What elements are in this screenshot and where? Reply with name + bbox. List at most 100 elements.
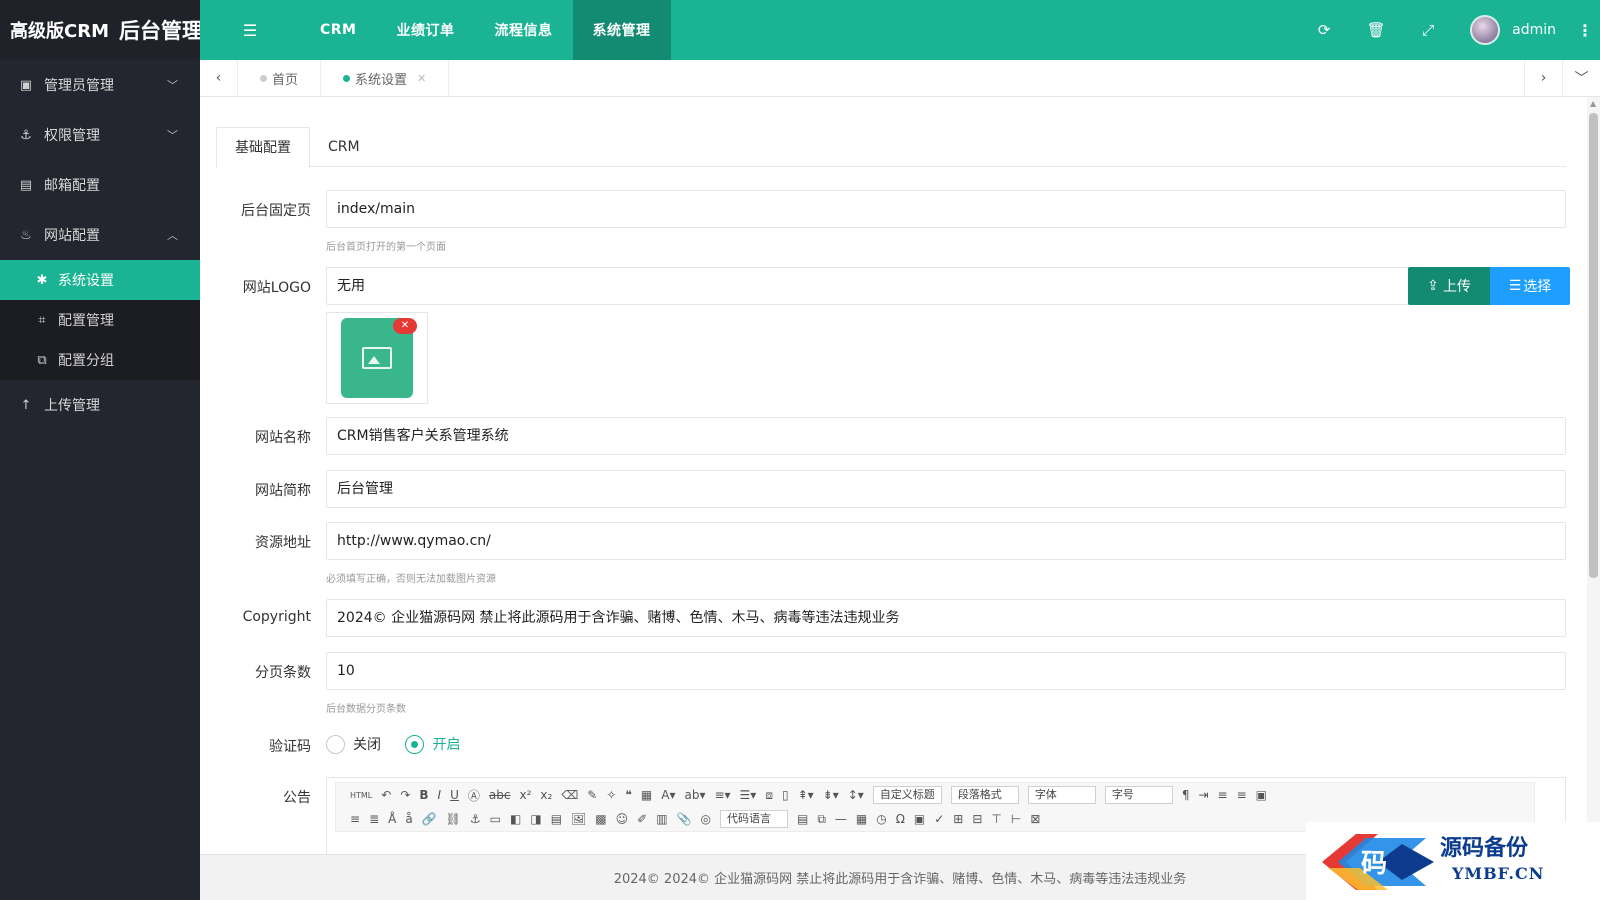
more-vertical-icon[interactable]: ⋮ xyxy=(1570,21,1600,40)
page-size-input[interactable]: 10 xyxy=(326,652,1566,690)
topnav-item-orders[interactable]: 业绩订单 xyxy=(377,0,475,60)
redo-icon[interactable]: ↷ xyxy=(400,788,410,802)
strikethrough-icon[interactable]: abc xyxy=(489,788,511,802)
sidebar-item-mailbox-config[interactable]: ▤ 邮箱配置 xyxy=(0,160,200,210)
insert-image-icon[interactable]: 🖼 xyxy=(571,812,586,826)
topnav-item-crm[interactable]: CRM xyxy=(300,0,377,60)
tab-home[interactable]: 首页 xyxy=(238,60,322,96)
justify-right-icon[interactable]: ▣ xyxy=(1256,788,1267,802)
image-center-icon[interactable]: ▤ xyxy=(551,812,562,826)
special-chars-icon[interactable]: Ω xyxy=(896,812,905,826)
tabs-scroll-right-icon[interactable]: › xyxy=(1524,60,1562,96)
topnav-item-system[interactable]: 系统管理 xyxy=(572,0,671,60)
insert-video-icon[interactable]: ▥ xyxy=(656,812,667,826)
custom-title-select[interactable]: 自定义标题 xyxy=(872,786,942,804)
map-icon[interactable]: ◎ xyxy=(700,812,710,826)
logo-input[interactable]: 无用 xyxy=(326,267,1411,305)
site-short-input[interactable]: 后台管理 xyxy=(326,470,1566,508)
page-break-icon[interactable]: ▤ xyxy=(797,812,808,826)
spellcheck-icon[interactable]: ✓ xyxy=(934,812,944,826)
font-color-icon[interactable]: A▾ xyxy=(661,788,675,802)
font-family-select[interactable]: 字体 xyxy=(1027,786,1096,804)
direction-ltr-icon[interactable]: ¶ xyxy=(1182,788,1190,802)
homepage-input[interactable]: index/main xyxy=(326,190,1566,228)
to-uppercase-icon[interactable]: Å xyxy=(388,812,396,826)
horizontal-rule-icon[interactable]: — xyxy=(835,812,847,826)
sidebar-item-permission-management[interactable]: ⚓ 权限管理 ﹀ xyxy=(0,110,200,160)
image-left-icon[interactable]: ◧ xyxy=(510,812,521,826)
blockquote-icon[interactable]: ❝ xyxy=(625,788,631,802)
word-image-icon[interactable]: ▣ xyxy=(914,812,925,826)
to-lowercase-icon[interactable]: å xyxy=(405,812,412,826)
justify-left-icon[interactable]: ≡ xyxy=(1218,788,1228,802)
justify-right-icon[interactable]: ≡ xyxy=(350,812,360,826)
auto-format-icon[interactable]: ✧ xyxy=(606,788,616,802)
eraser-icon[interactable]: ⌫ xyxy=(561,788,578,802)
unlink-icon[interactable]: ⛓ xyxy=(446,812,461,826)
sidebar-item-config-management[interactable]: ⌗ 配置管理 xyxy=(0,300,200,340)
font-border-icon[interactable]: Ⓐ xyxy=(468,787,480,804)
tab-basic-config[interactable]: 基础配置 xyxy=(216,127,310,168)
resource-url-input[interactable]: http://www.qymao.cn/ xyxy=(326,522,1566,560)
scrawl-icon[interactable]: ✐ xyxy=(637,812,647,826)
site-name-input[interactable]: CRM销售客户关系管理系统 xyxy=(326,417,1566,455)
image-right-icon[interactable]: ◨ xyxy=(530,812,541,826)
delete-image-icon[interactable]: ✕ xyxy=(393,318,417,334)
select-all-icon[interactable]: ⧈ xyxy=(765,788,773,803)
italic-icon[interactable]: I xyxy=(438,788,442,802)
emotion-icon[interactable]: ☺ xyxy=(616,812,629,826)
avatar[interactable] xyxy=(1470,15,1501,45)
back-color-icon[interactable]: ab▾ xyxy=(684,788,705,802)
username[interactable]: admin xyxy=(1512,22,1556,38)
tab-crm[interactable]: CRM xyxy=(310,127,378,167)
select-button[interactable]: ☰ 选择 xyxy=(1490,267,1570,305)
upload-button[interactable]: ⇪ 上传 xyxy=(1408,267,1490,305)
time-icon[interactable]: ◷ xyxy=(876,812,886,826)
scrollbar-thumb[interactable] xyxy=(1589,113,1598,578)
vertical-scrollbar[interactable]: ▲ xyxy=(1587,97,1600,854)
sidebar-item-upload-management[interactable]: ↑ 上传管理 xyxy=(0,380,200,430)
format-brush-icon[interactable]: ✎ xyxy=(587,788,597,802)
image-none-icon[interactable]: ▭ xyxy=(490,812,501,826)
paste-text-icon[interactable]: ▦ xyxy=(641,788,652,802)
ordered-list-icon[interactable]: ≡▾ xyxy=(714,788,730,802)
tabs-scroll-left-icon[interactable]: ‹ xyxy=(200,60,238,96)
insert-table-icon[interactable]: ⊞ xyxy=(953,812,963,826)
bold-icon[interactable]: B xyxy=(419,788,428,802)
sidebar-item-site-config[interactable]: ♨ 网站配置 ︿ xyxy=(0,210,200,260)
paragraph-select[interactable]: 段落格式 xyxy=(950,786,1019,804)
refresh-icon[interactable]: ⟳ xyxy=(1298,21,1350,39)
justify-full-icon[interactable]: ≣ xyxy=(369,812,379,826)
fullscreen-icon[interactable]: ⤢ xyxy=(1402,21,1454,39)
indent-icon[interactable]: ⇥ xyxy=(1198,788,1208,802)
topnav-item-process[interactable]: 流程信息 xyxy=(475,0,573,60)
sidebar-item-system-settings[interactable]: ✱ 系统设置 xyxy=(0,260,200,300)
justify-center-icon[interactable]: ≡ xyxy=(1237,788,1247,802)
captcha-radio-on[interactable]: 开启 xyxy=(405,734,460,754)
merge-cells-icon[interactable]: ⊠ xyxy=(1030,812,1040,826)
copyright-input[interactable]: 2024© 企业猫源码网 禁止将此源码用于含诈骗、赌博、色情、木马、病毒等违法违… xyxy=(326,599,1566,637)
sidebar-item-admin-management[interactable]: ▣ 管理员管理 ﹀ xyxy=(0,60,200,110)
undo-icon[interactable]: ↶ xyxy=(381,788,391,802)
link-icon[interactable]: 🔗 xyxy=(422,812,437,826)
close-icon[interactable]: ✕ xyxy=(417,72,426,85)
attachment-icon[interactable]: 📎 xyxy=(677,812,692,826)
tab-system-settings[interactable]: 系统设置 ✕ xyxy=(321,60,450,96)
sidebar-item-config-group[interactable]: ⧉ 配置分组 xyxy=(0,340,200,380)
scroll-up-icon[interactable]: ▲ xyxy=(1590,99,1596,108)
date-icon[interactable]: ▦ xyxy=(856,812,867,826)
clear-doc-icon[interactable]: ▯ xyxy=(782,788,789,802)
font-size-select[interactable]: 字号 xyxy=(1104,786,1173,804)
template-icon[interactable]: ⧉ xyxy=(817,812,826,827)
code-language-select[interactable]: 代码语言 xyxy=(719,810,788,828)
delete-table-icon[interactable]: ⊟ xyxy=(972,812,982,826)
insert-row-icon[interactable]: ⊤ xyxy=(991,812,1001,826)
row-spacing-top-icon[interactable]: ⇞▾ xyxy=(798,788,814,802)
insert-col-icon[interactable]: ⊢ xyxy=(1011,812,1021,826)
captcha-radio-off[interactable]: 关闭 xyxy=(326,734,381,754)
chevron-down-icon[interactable]: ﹀ xyxy=(1562,60,1600,96)
anchor-icon[interactable]: ⚓ xyxy=(470,812,481,826)
subscript-icon[interactable]: x₂ xyxy=(540,788,552,802)
row-spacing-bottom-icon[interactable]: ⇟▾ xyxy=(823,788,839,802)
html-source-button[interactable]: HTML xyxy=(350,791,372,800)
